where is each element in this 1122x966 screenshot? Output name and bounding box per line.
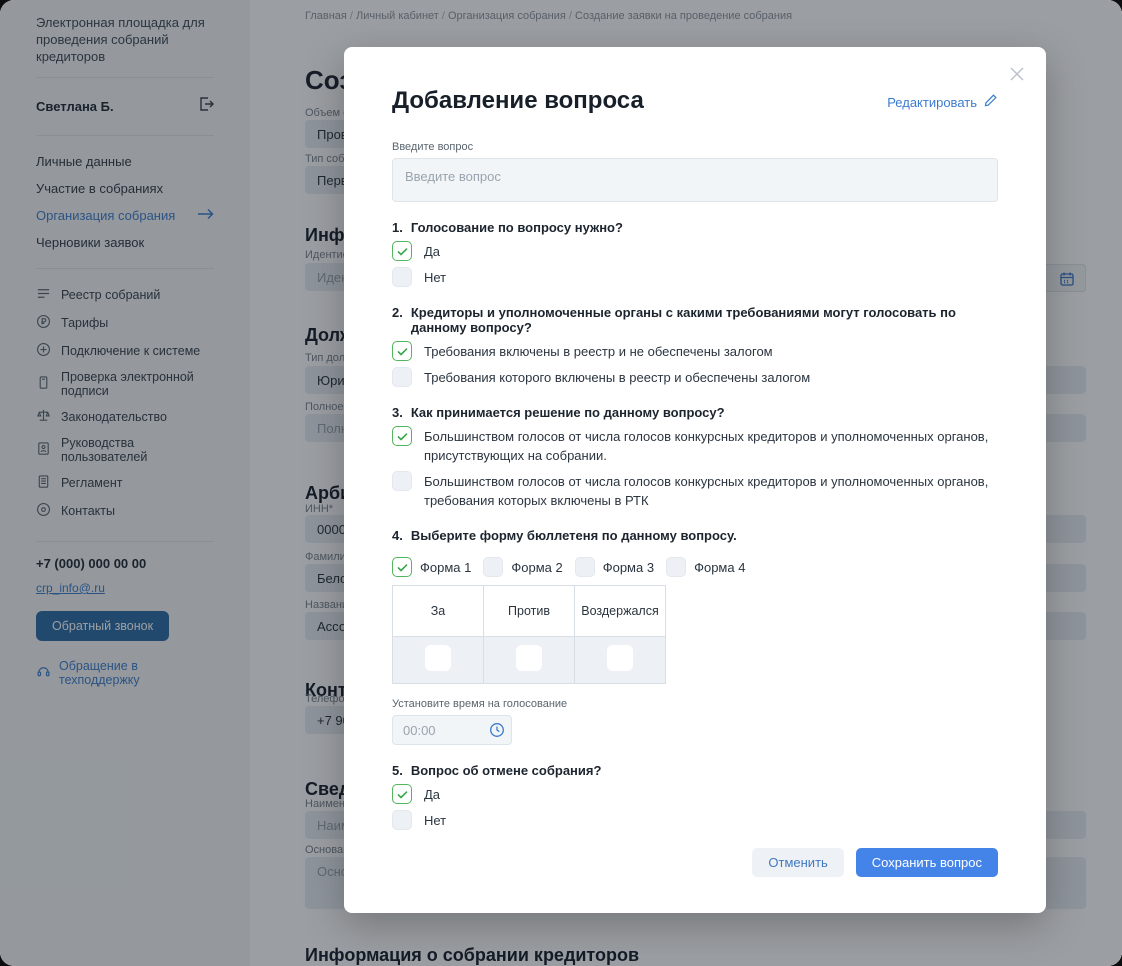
question-title: 1. Голосование по вопросу нужно? bbox=[392, 220, 998, 235]
question-block-5: 5. Вопрос об отмене собрания? Да Нет bbox=[392, 763, 998, 830]
option-label: Форма 2 bbox=[511, 557, 562, 577]
question-text: Вопрос об отмене собрания? bbox=[411, 763, 602, 778]
option-label: Большинством голосов от числа голосов ко… bbox=[424, 471, 998, 510]
voting-time-label: Установите время на голосование bbox=[392, 698, 998, 710]
question-number: 1. bbox=[392, 220, 403, 235]
table-header-against: Против bbox=[484, 586, 575, 637]
checkbox-checked-icon[interactable] bbox=[392, 557, 412, 577]
table-cell bbox=[484, 637, 575, 684]
table-header-abstained: Воздержался bbox=[575, 586, 666, 637]
table-cell bbox=[575, 637, 666, 684]
question-block-4: 4. Выберите форму бюллетеня по данному в… bbox=[392, 528, 998, 745]
checkbox-checked-icon[interactable] bbox=[392, 426, 412, 446]
checkbox-unchecked-icon[interactable] bbox=[392, 471, 412, 491]
question-number: 3. bbox=[392, 405, 403, 420]
table-cell bbox=[393, 637, 484, 684]
option-no[interactable]: Нет bbox=[392, 267, 998, 287]
clock-icon[interactable] bbox=[489, 722, 505, 743]
vote-checkbox-for[interactable] bbox=[425, 645, 451, 671]
option-form-2[interactable]: Форма 2 bbox=[483, 557, 562, 577]
question-text: Как принимается решение по данному вопро… bbox=[411, 405, 725, 420]
question-title: 4. Выберите форму бюллетеня по данному в… bbox=[392, 528, 998, 543]
checkbox-unchecked-icon[interactable] bbox=[392, 267, 412, 287]
option-no[interactable]: Нет bbox=[392, 810, 998, 830]
checkbox-checked-icon[interactable] bbox=[392, 341, 412, 361]
question-title: 3. Как принимается решение по данному во… bbox=[392, 405, 998, 420]
question-text: Голосование по вопросу нужно? bbox=[411, 220, 623, 235]
ballot-forms-row: Форма 1 Форма 2 Форма 3 Форма 4 bbox=[392, 557, 998, 577]
option-label: Требования которого включены в реестр и … bbox=[424, 367, 810, 387]
checkbox-unchecked-icon[interactable] bbox=[483, 557, 503, 577]
option-label: Большинством голосов от числа голосов ко… bbox=[424, 426, 998, 465]
checkbox-checked-icon[interactable] bbox=[392, 241, 412, 261]
edit-link[interactable]: Редактировать bbox=[887, 93, 998, 111]
option-unsecured-claims[interactable]: Требования включены в реестр и не обеспе… bbox=[392, 341, 998, 361]
edit-link-label: Редактировать bbox=[887, 95, 977, 110]
question-block-3: 3. Как принимается решение по данному во… bbox=[392, 405, 998, 510]
option-label: Форма 4 bbox=[694, 557, 745, 577]
table-header-for: За bbox=[393, 586, 484, 637]
add-question-modal: Добавление вопроса Редактировать Введите… bbox=[344, 47, 1046, 913]
question-text: Выберите форму бюллетеня по данному вопр… bbox=[411, 528, 737, 543]
close-icon[interactable] bbox=[1006, 63, 1028, 85]
modal-title: Добавление вопроса bbox=[392, 87, 644, 115]
option-label: Нет bbox=[424, 267, 446, 287]
checkbox-unchecked-icon[interactable] bbox=[666, 557, 686, 577]
pencil-icon bbox=[983, 93, 998, 111]
option-label: Нет bbox=[424, 810, 446, 830]
option-majority-registry[interactable]: Большинством голосов от числа голосов ко… bbox=[392, 471, 998, 510]
question-textarea[interactable] bbox=[392, 158, 998, 202]
voting-time-block: Установите время на голосование bbox=[392, 698, 998, 745]
option-secured-claims[interactable]: Требования которого включены в реестр и … bbox=[392, 367, 998, 387]
option-form-3[interactable]: Форма 3 bbox=[575, 557, 654, 577]
option-label: Требования включены в реестр и не обеспе… bbox=[424, 341, 773, 361]
option-form-4[interactable]: Форма 4 bbox=[666, 557, 745, 577]
ballot-preview-table: За Против Воздержался bbox=[392, 585, 666, 684]
vote-checkbox-abstained[interactable] bbox=[607, 645, 633, 671]
question-number: 2. bbox=[392, 305, 403, 335]
app-window: Электронная площадка для проведения собр… bbox=[0, 0, 1122, 966]
question-title: 2. Кредиторы и уполномоченные органы с к… bbox=[392, 305, 998, 335]
option-yes[interactable]: Да bbox=[392, 784, 998, 804]
checkbox-checked-icon[interactable] bbox=[392, 784, 412, 804]
save-question-button[interactable]: Сохранить вопрос bbox=[856, 848, 998, 877]
question-block-2: 2. Кредиторы и уполномоченные органы с к… bbox=[392, 305, 998, 387]
question-title: 5. Вопрос об отмене собрания? bbox=[392, 763, 998, 778]
checkbox-unchecked-icon[interactable] bbox=[575, 557, 595, 577]
question-input-label: Введите вопрос bbox=[392, 141, 998, 153]
modal-footer: Отменить Сохранить вопрос bbox=[392, 848, 998, 877]
vote-checkbox-against[interactable] bbox=[516, 645, 542, 671]
checkbox-unchecked-icon[interactable] bbox=[392, 367, 412, 387]
question-text: Кредиторы и уполномоченные органы с каки… bbox=[411, 305, 998, 335]
option-yes[interactable]: Да bbox=[392, 241, 998, 261]
option-label: Форма 1 bbox=[420, 557, 471, 577]
option-label: Форма 3 bbox=[603, 557, 654, 577]
checkbox-unchecked-icon[interactable] bbox=[392, 810, 412, 830]
option-majority-present[interactable]: Большинством голосов от числа голосов ко… bbox=[392, 426, 998, 465]
option-form-1[interactable]: Форма 1 bbox=[392, 557, 471, 577]
cancel-button[interactable]: Отменить bbox=[752, 848, 843, 877]
option-label: Да bbox=[424, 784, 440, 804]
question-number: 5. bbox=[392, 763, 403, 778]
modal-header: Добавление вопроса Редактировать bbox=[392, 87, 998, 115]
question-block-1: 1. Голосование по вопросу нужно? Да Нет bbox=[392, 220, 998, 287]
question-number: 4. bbox=[392, 528, 403, 543]
option-label: Да bbox=[424, 241, 440, 261]
